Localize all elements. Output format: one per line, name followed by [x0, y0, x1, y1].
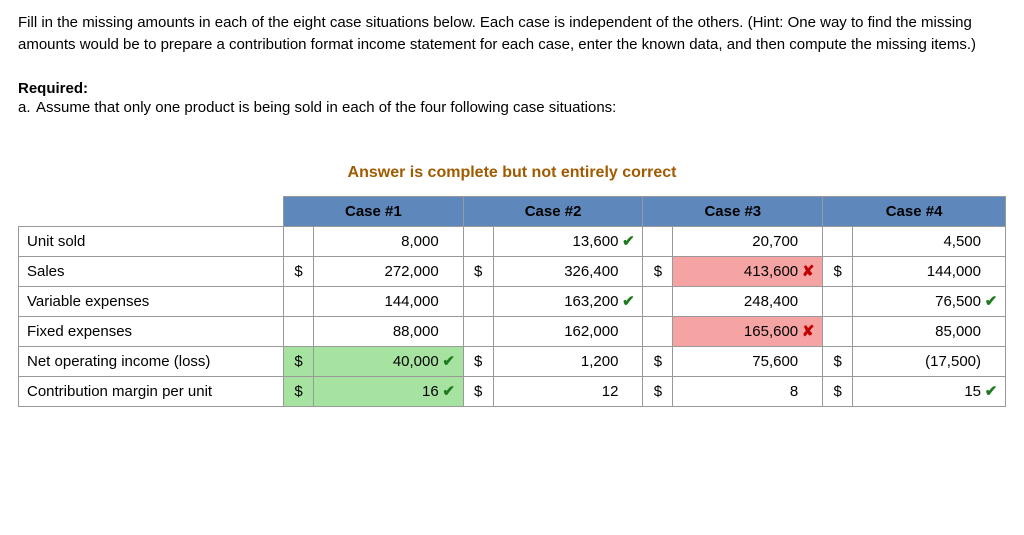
- value-cell[interactable]: 20,700: [673, 226, 823, 256]
- value-cell[interactable]: 85,000: [853, 316, 1006, 346]
- value-cell[interactable]: 75,600: [673, 346, 823, 376]
- value-cell[interactable]: 272,000: [314, 256, 464, 286]
- value-cell[interactable]: (17,500): [853, 346, 1006, 376]
- dollar-cell: $: [463, 346, 493, 376]
- dollar-cell: $: [284, 346, 314, 376]
- table-row: Variable expenses 144,000 163,200✔ 248,4…: [19, 286, 1006, 316]
- row-label-noi: Net operating income (loss): [19, 346, 284, 376]
- value-cell[interactable]: 88,000: [314, 316, 464, 346]
- dollar-cell: $: [823, 256, 853, 286]
- table-row: Sales $ 272,000 $ 326,400 $ 413,600✘ $ 1…: [19, 256, 1006, 286]
- dollar-cell: [643, 316, 673, 346]
- value-cell[interactable]: 4,500: [853, 226, 1006, 256]
- value-cell[interactable]: 8: [673, 376, 823, 406]
- dollar-cell: [643, 286, 673, 316]
- dollar-cell: [463, 226, 493, 256]
- value-cell[interactable]: 144,000: [314, 286, 464, 316]
- value-cell[interactable]: 40,000✔: [314, 346, 464, 376]
- value-cell[interactable]: 8,000: [314, 226, 464, 256]
- x-icon: ✘: [800, 262, 816, 280]
- row-label-sales: Sales: [19, 256, 284, 286]
- check-icon: ✔: [620, 292, 636, 310]
- dollar-cell: $: [284, 256, 314, 286]
- check-icon: ✔: [441, 352, 457, 370]
- dollar-cell: [463, 316, 493, 346]
- table-row: Contribution margin per unit $ 16✔ $ 12 …: [19, 376, 1006, 406]
- value-cell[interactable]: 12: [493, 376, 643, 406]
- check-icon: ✔: [983, 382, 999, 400]
- header-case1: Case #1: [284, 203, 463, 220]
- table-row: Fixed expenses 88,000 162,000 165,600✘ 8…: [19, 316, 1006, 346]
- value-cell[interactable]: 163,200✔: [493, 286, 643, 316]
- value-cell[interactable]: 15✔: [853, 376, 1006, 406]
- header-case4: Case #4: [823, 203, 1005, 220]
- row-label-unit-sold: Unit sold: [19, 226, 284, 256]
- value-cell[interactable]: 144,000: [853, 256, 1006, 286]
- row-label-fixed-exp: Fixed expenses: [19, 316, 284, 346]
- dollar-cell: [643, 226, 673, 256]
- check-icon: ✔: [983, 292, 999, 310]
- dollar-cell: [823, 286, 853, 316]
- value-cell[interactable]: 1,200: [493, 346, 643, 376]
- row-label-cmu: Contribution margin per unit: [19, 376, 284, 406]
- req-a-letter: a.: [18, 99, 36, 116]
- row-label-var-exp: Variable expenses: [19, 286, 284, 316]
- dollar-cell: [823, 316, 853, 346]
- instructions-text: Fill in the missing amounts in each of t…: [18, 12, 1006, 56]
- dollar-cell: [284, 316, 314, 346]
- dollar-cell: $: [463, 256, 493, 286]
- value-cell[interactable]: 413,600✘: [673, 256, 823, 286]
- table-row: Net operating income (loss) $ 40,000✔ $ …: [19, 346, 1006, 376]
- value-cell[interactable]: 326,400: [493, 256, 643, 286]
- value-cell[interactable]: 248,400: [673, 286, 823, 316]
- status-banner: Answer is complete but not entirely corr…: [18, 164, 1006, 182]
- value-cell[interactable]: 162,000: [493, 316, 643, 346]
- dollar-cell: [463, 286, 493, 316]
- dollar-cell: $: [643, 376, 673, 406]
- value-cell[interactable]: 16✔: [314, 376, 464, 406]
- table-row: Unit sold 8,000 13,600✔ 20,700 4,500: [19, 226, 1006, 256]
- dollar-cell: $: [643, 346, 673, 376]
- header-case2: Case #2: [464, 203, 643, 220]
- empty-header: [19, 196, 284, 226]
- value-cell[interactable]: 76,500✔: [853, 286, 1006, 316]
- cases-table: Case #1 Case #2 Case #3 Case #4 Unit sol…: [18, 196, 1006, 407]
- dollar-cell: $: [643, 256, 673, 286]
- value-cell[interactable]: 13,600✔: [493, 226, 643, 256]
- value-cell[interactable]: 165,600✘: [673, 316, 823, 346]
- dollar-cell: $: [823, 376, 853, 406]
- dollar-cell: [823, 226, 853, 256]
- check-icon: ✔: [441, 382, 457, 400]
- x-icon: ✘: [800, 322, 816, 340]
- dollar-cell: $: [463, 376, 493, 406]
- req-a-text: Assume that only one product is being so…: [36, 99, 1006, 116]
- header-case3: Case #3: [643, 203, 822, 220]
- dollar-cell: [284, 226, 314, 256]
- dollar-cell: $: [823, 346, 853, 376]
- check-icon: ✔: [620, 232, 636, 250]
- dollar-cell: [284, 286, 314, 316]
- required-label: Required:: [18, 80, 1006, 97]
- dollar-cell: $: [284, 376, 314, 406]
